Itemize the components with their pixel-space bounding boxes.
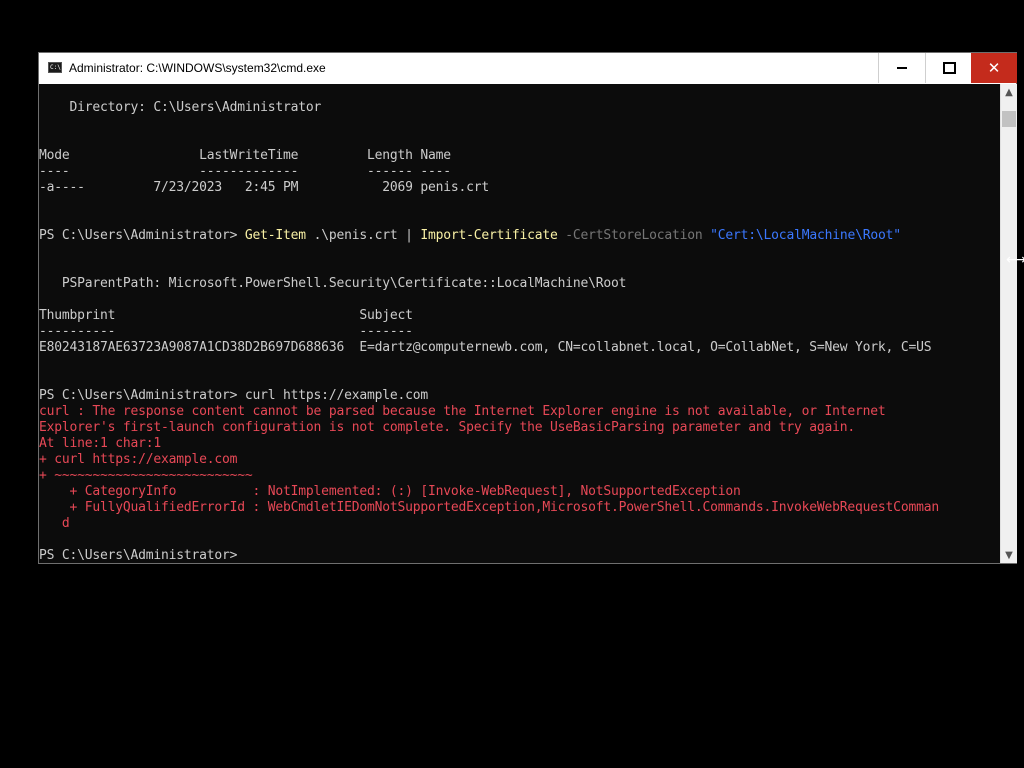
command-arg: .\penis.crt | xyxy=(305,228,421,243)
maximize-icon xyxy=(942,62,956,74)
error-line: + curl https://example.com xyxy=(39,452,238,467)
prompt: PS C:\Users\Administrator> xyxy=(39,228,245,243)
minimize-icon xyxy=(897,67,907,69)
close-button[interactable]: ✕ xyxy=(971,53,1017,83)
cert-header: Thumbprint Subject xyxy=(39,308,413,323)
error-line: + ~~~~~~~~~~~~~~~~~~~~~~~~~~ xyxy=(39,468,253,483)
scroll-down-icon[interactable]: ▼ xyxy=(1001,547,1017,563)
error-line: Explorer's first-launch configuration is… xyxy=(39,420,856,435)
cert-row: E80243187AE63723A9087A1CD38D2B697D688636… xyxy=(39,340,932,355)
listing-row: -a---- 7/23/2023 2:45 PM 2069 penis.crt xyxy=(39,180,489,195)
final-prompt[interactable]: PS C:\Users\Administrator> xyxy=(39,548,245,563)
resize-cursor-icon: ⟷ xyxy=(1006,252,1024,268)
console-output[interactable]: Directory: C:\Users\Administrator Mode L… xyxy=(39,84,1000,563)
cmdlet-get-item: Get-Item xyxy=(244,228,306,243)
error-line: curl : The response content cannot be pa… xyxy=(39,404,886,419)
vertical-scrollbar[interactable]: ▲ ▼ xyxy=(1000,84,1017,563)
listing-separator: ---- ------------- ------ ---- xyxy=(39,164,451,179)
directory-line: Directory: C:\Users\Administrator xyxy=(39,100,322,115)
command-line-curl: PS C:\Users\Administrator> curl https://… xyxy=(39,388,428,403)
error-line: + CategoryInfo : NotImplemented: (:) [In… xyxy=(39,484,741,499)
psparentpath-line: PSParentPath: Microsoft.PowerShell.Secur… xyxy=(39,276,627,291)
scroll-up-icon[interactable]: ▲ xyxy=(1001,84,1017,100)
window-title: Administrator: C:\WINDOWS\system32\cmd.e… xyxy=(69,61,326,75)
cmd-window[interactable]: C:\ Administrator: C:\WINDOWS\system32\c… xyxy=(38,52,1017,564)
command-line-import: PS C:\Users\Administrator> Get-Item .\pe… xyxy=(39,228,901,244)
cert-separator: ---------- ------- xyxy=(39,324,413,339)
command-string: "Cert:\LocalMachine\Root" xyxy=(710,228,901,243)
error-line: + FullyQualifiedErrorId : WebCmdletIEDom… xyxy=(39,500,940,515)
cmdlet-import-certificate: Import-Certificate xyxy=(420,228,558,243)
title-bar[interactable]: C:\ Administrator: C:\WINDOWS\system32\c… xyxy=(39,53,1017,85)
close-icon: ✕ xyxy=(987,58,1001,77)
minimize-button[interactable] xyxy=(878,53,925,83)
error-line: d xyxy=(39,516,70,531)
error-line: At line:1 char:1 xyxy=(39,436,162,451)
listing-header: Mode LastWriteTime Length Name xyxy=(39,148,451,163)
cmd-console-icon: C:\ xyxy=(48,62,62,73)
scrollbar-thumb[interactable] xyxy=(1002,111,1016,127)
command-parameter: -CertStoreLocation xyxy=(557,228,711,243)
maximize-button[interactable] xyxy=(925,53,972,83)
